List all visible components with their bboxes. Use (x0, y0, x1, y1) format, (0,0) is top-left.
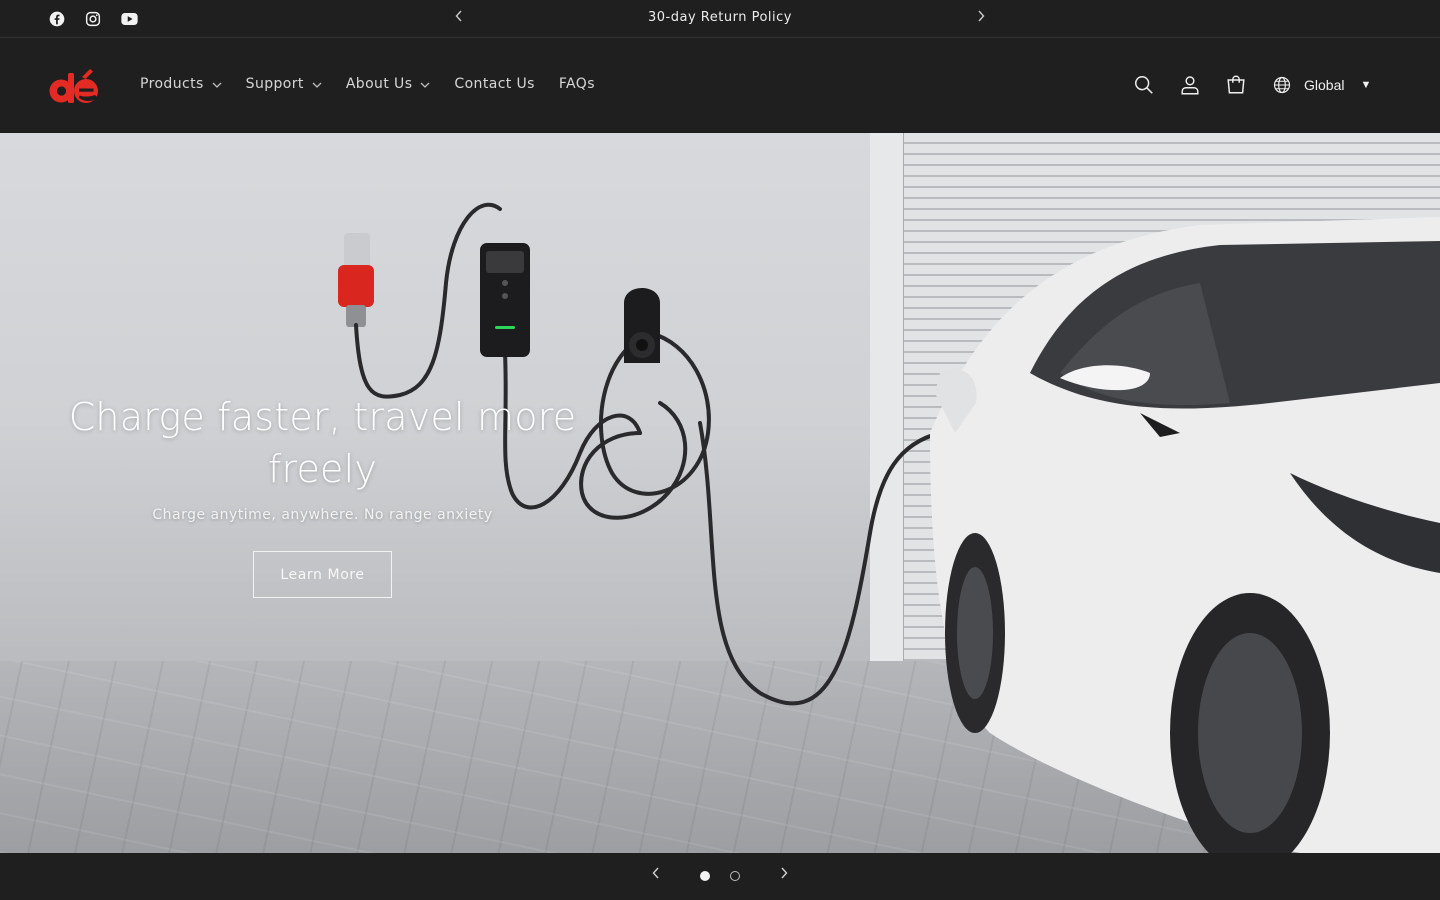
main-nav: Products Support About Us Contact Us FAQ… (140, 76, 595, 92)
nav-products-label: Products (140, 76, 204, 92)
slide-prev-button[interactable] (646, 866, 666, 886)
nav-support[interactable]: Support (246, 76, 322, 92)
instagram-icon[interactable] (84, 10, 102, 28)
chevron-right-icon (978, 10, 985, 22)
social-links (48, 10, 138, 28)
nav-faqs[interactable]: FAQs (559, 76, 595, 92)
hero-title: Charge faster, travel more freely (60, 391, 585, 495)
nav-about-us-label: About Us (345, 76, 413, 92)
search-icon[interactable] (1132, 73, 1156, 97)
youtube-icon[interactable] (120, 10, 138, 28)
announcement-bar: 30-day Return Policy (0, 0, 1440, 38)
connector-holster-illustration (624, 288, 660, 363)
caret-down-icon: ▼ (1360, 79, 1372, 91)
announcement-text: 30-day Return Policy (648, 10, 792, 25)
nav-products[interactable]: Products (140, 76, 222, 92)
slide-next-button[interactable] (774, 866, 794, 886)
hero-banner: Charge faster, travel more freely Charge… (0, 133, 1440, 853)
chevron-left-icon (652, 867, 659, 879)
chevron-down-icon (420, 82, 430, 88)
region-selector[interactable]: Global ▼ (1272, 75, 1371, 95)
cart-icon[interactable] (1224, 73, 1248, 97)
logo-icon (49, 69, 98, 103)
site-header: Products Support About Us Contact Us FAQ… (0, 39, 1440, 133)
learn-more-button[interactable]: Learn More (253, 551, 392, 598)
hero-subtitle: Charge anytime, anywhere. No range anxie… (152, 507, 493, 523)
charger-unit-illustration (480, 243, 530, 357)
plug-illustration (338, 233, 374, 327)
chevron-left-icon (455, 10, 462, 22)
region-label: Global (1304, 77, 1345, 93)
brand-logo[interactable] (48, 65, 102, 107)
nav-contact-us[interactable]: Contact Us (454, 76, 534, 92)
announcement-prev-button[interactable] (450, 9, 468, 29)
globe-icon (1273, 76, 1291, 94)
nav-support-label: Support (245, 76, 304, 92)
account-icon[interactable] (1178, 73, 1202, 97)
car-illustration (930, 217, 1440, 853)
slide-dot-2[interactable] (730, 871, 740, 881)
nav-faqs-label: FAQs (558, 76, 595, 92)
facebook-icon[interactable] (48, 10, 66, 28)
chevron-down-icon (312, 82, 322, 88)
hero-title-line1: Charge faster, travel more (68, 395, 577, 439)
announcement-next-button[interactable] (972, 9, 990, 29)
slider-controls (0, 853, 1440, 900)
slide-dot-1[interactable] (700, 871, 710, 881)
hero-title-line2: freely (267, 447, 378, 491)
header-icons (1132, 73, 1248, 97)
nav-about-us[interactable]: About Us (346, 76, 431, 92)
chevron-right-icon (781, 867, 788, 879)
nav-contact-us-label: Contact Us (454, 76, 535, 92)
chevron-down-icon (212, 82, 222, 88)
